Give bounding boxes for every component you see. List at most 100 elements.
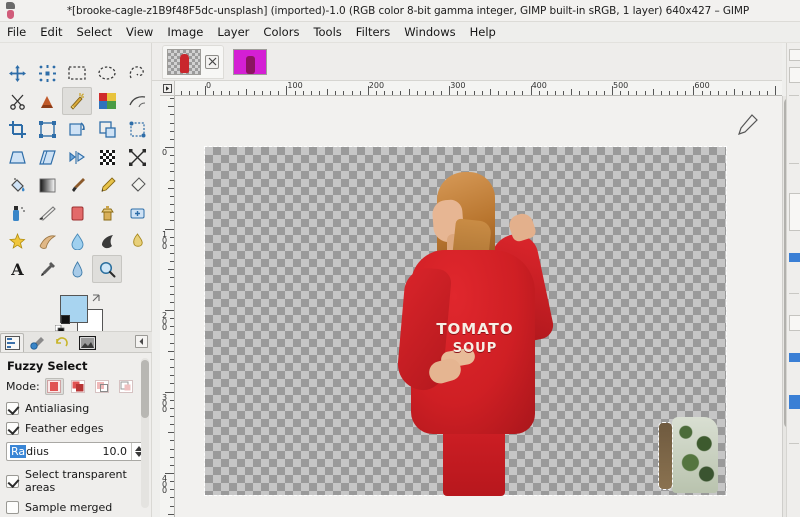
menu-file[interactable]: File xyxy=(0,23,33,42)
tool-options-dock: Fuzzy Select Mode: Antialiasing Feather … xyxy=(0,331,152,517)
smudge-tool[interactable] xyxy=(32,227,62,255)
scissors-select-tool[interactable] xyxy=(2,87,32,115)
menu-select[interactable]: Select xyxy=(70,23,119,42)
3d-transform-tool[interactable] xyxy=(122,143,152,171)
scale-tool[interactable] xyxy=(92,115,122,143)
rectangle-select-tool[interactable] xyxy=(62,59,92,87)
eraser-tool[interactable] xyxy=(122,171,152,199)
menu-edit[interactable]: Edit xyxy=(33,23,69,42)
right-dock-divider-1 xyxy=(789,95,799,96)
ellipse-select-tool[interactable] xyxy=(92,59,122,87)
move-tool[interactable] xyxy=(2,59,32,87)
select-transparent-areas-checkbox[interactable]: Select transparent areas xyxy=(6,468,146,494)
ruler-tick xyxy=(229,91,231,95)
images-tab[interactable] xyxy=(75,333,99,352)
crop-tool[interactable] xyxy=(2,115,32,143)
right-dock-layer-row-2[interactable] xyxy=(789,353,800,362)
ruler-tick xyxy=(384,91,386,95)
sample-merged-checkbox[interactable]: Sample merged xyxy=(6,501,146,514)
right-dock[interactable] xyxy=(786,43,800,517)
rotate-tool[interactable] xyxy=(62,115,92,143)
ruler-tick xyxy=(170,342,174,344)
dodge-burn-tool[interactable] xyxy=(92,227,122,255)
menu-colors[interactable]: Colors xyxy=(256,23,306,42)
tool-options-title: Fuzzy Select xyxy=(7,359,88,373)
perspective-clone-tool[interactable] xyxy=(2,227,32,255)
menu-filters[interactable]: Filters xyxy=(349,23,397,42)
ruler-origin-icon[interactable] xyxy=(160,81,175,96)
sample-merged-checkbox-box[interactable] xyxy=(6,501,19,514)
right-dock-field-2[interactable] xyxy=(789,315,800,331)
antialiasing-checkbox-box[interactable] xyxy=(6,402,19,415)
ink-tool[interactable] xyxy=(32,199,62,227)
ruler-tick xyxy=(742,91,744,95)
feather-edges-checkbox-box[interactable] xyxy=(6,422,19,435)
collapse-dock-icon[interactable] xyxy=(135,335,148,348)
tool-options-tab[interactable] xyxy=(0,333,24,352)
horizontal-ruler[interactable]: 0 100 200 300 400 500 600 xyxy=(160,81,782,96)
color-picker-tool[interactable] xyxy=(32,255,62,283)
free-select-tool[interactable] xyxy=(122,59,152,87)
foreground-select-tool[interactable] xyxy=(32,87,62,115)
paintbrush-tool[interactable] xyxy=(62,171,92,199)
right-dock-layer-row-3[interactable] xyxy=(789,395,800,409)
right-dock-layer-row-1[interactable] xyxy=(789,253,800,262)
blur-sharpen-tool[interactable] xyxy=(62,227,92,255)
undo-history-tab[interactable] xyxy=(50,333,74,352)
menu-view[interactable]: View xyxy=(119,23,160,42)
zoom-tool[interactable] xyxy=(92,255,122,283)
warp-transform-tool[interactable] xyxy=(122,87,152,115)
mode-intersect[interactable] xyxy=(117,378,136,395)
ruler-tick xyxy=(457,91,459,95)
mode-subtract[interactable] xyxy=(93,378,112,395)
mypaint-brush-tool[interactable] xyxy=(62,199,92,227)
menu-help[interactable]: Help xyxy=(463,23,503,42)
heal-tool[interactable] xyxy=(122,199,152,227)
menu-image[interactable]: Image xyxy=(160,23,210,42)
alignment-tool[interactable] xyxy=(32,59,62,87)
perspective-tool[interactable] xyxy=(2,143,32,171)
right-dock-field-1[interactable] xyxy=(789,67,800,83)
right-dock-panel-1[interactable] xyxy=(789,193,800,231)
image-tab-1[interactable] xyxy=(162,44,224,79)
shear-tool[interactable] xyxy=(32,143,62,171)
ruler-tick xyxy=(170,171,174,173)
radius-spinner[interactable]: Radius 10.0 xyxy=(6,442,146,461)
measure-tool[interactable] xyxy=(62,255,92,283)
ruler-tick xyxy=(546,91,548,95)
text-tool[interactable]: A xyxy=(2,255,32,283)
menu-tools[interactable]: Tools xyxy=(306,23,348,42)
handle-transform-tool[interactable] xyxy=(122,115,152,143)
select-transparent-areas-checkbox-box[interactable] xyxy=(6,474,19,488)
clone-tool[interactable] xyxy=(92,199,122,227)
shirt-text-line2: SOUP xyxy=(452,341,498,356)
path-tool[interactable] xyxy=(122,227,152,255)
image-canvas[interactable]: TOMATO SOUP xyxy=(204,146,727,496)
tool-options-scrollbar-thumb[interactable] xyxy=(141,360,149,418)
tool-options-scrollbar[interactable] xyxy=(141,358,149,508)
feather-edges-checkbox[interactable]: Feather edges xyxy=(6,422,146,435)
right-dock-button-1[interactable] xyxy=(789,49,800,61)
flip-tool[interactable] xyxy=(62,143,92,171)
bucket-fill-tool[interactable] xyxy=(2,171,32,199)
antialiasing-checkbox[interactable]: Antialiasing xyxy=(6,402,146,415)
mode-add[interactable] xyxy=(69,378,88,395)
close-icon[interactable] xyxy=(205,54,219,69)
device-status-tab[interactable] xyxy=(25,333,49,352)
gradient-tool[interactable] xyxy=(32,171,62,199)
select-by-color-tool[interactable] xyxy=(92,87,122,115)
foliage xyxy=(672,417,718,493)
radius-value[interactable]: 10.0 xyxy=(103,445,132,458)
mode-replace[interactable] xyxy=(44,378,64,395)
unified-transform-tool[interactable] xyxy=(32,115,62,143)
swap-colors-icon[interactable] xyxy=(91,293,103,305)
menu-windows[interactable]: Windows xyxy=(397,23,462,42)
menu-layer[interactable]: Layer xyxy=(210,23,256,42)
fuzzy-select-tool[interactable] xyxy=(62,87,92,115)
pencil-tool[interactable] xyxy=(92,171,122,199)
canvas-area[interactable]: TOMATO SOUP xyxy=(175,96,782,517)
airbrush-tool[interactable] xyxy=(2,199,32,227)
cage-transform-tool[interactable] xyxy=(92,143,122,171)
vertical-ruler[interactable]: 0 100 200 300 400 xyxy=(160,96,175,517)
image-tab-2[interactable] xyxy=(228,45,272,79)
